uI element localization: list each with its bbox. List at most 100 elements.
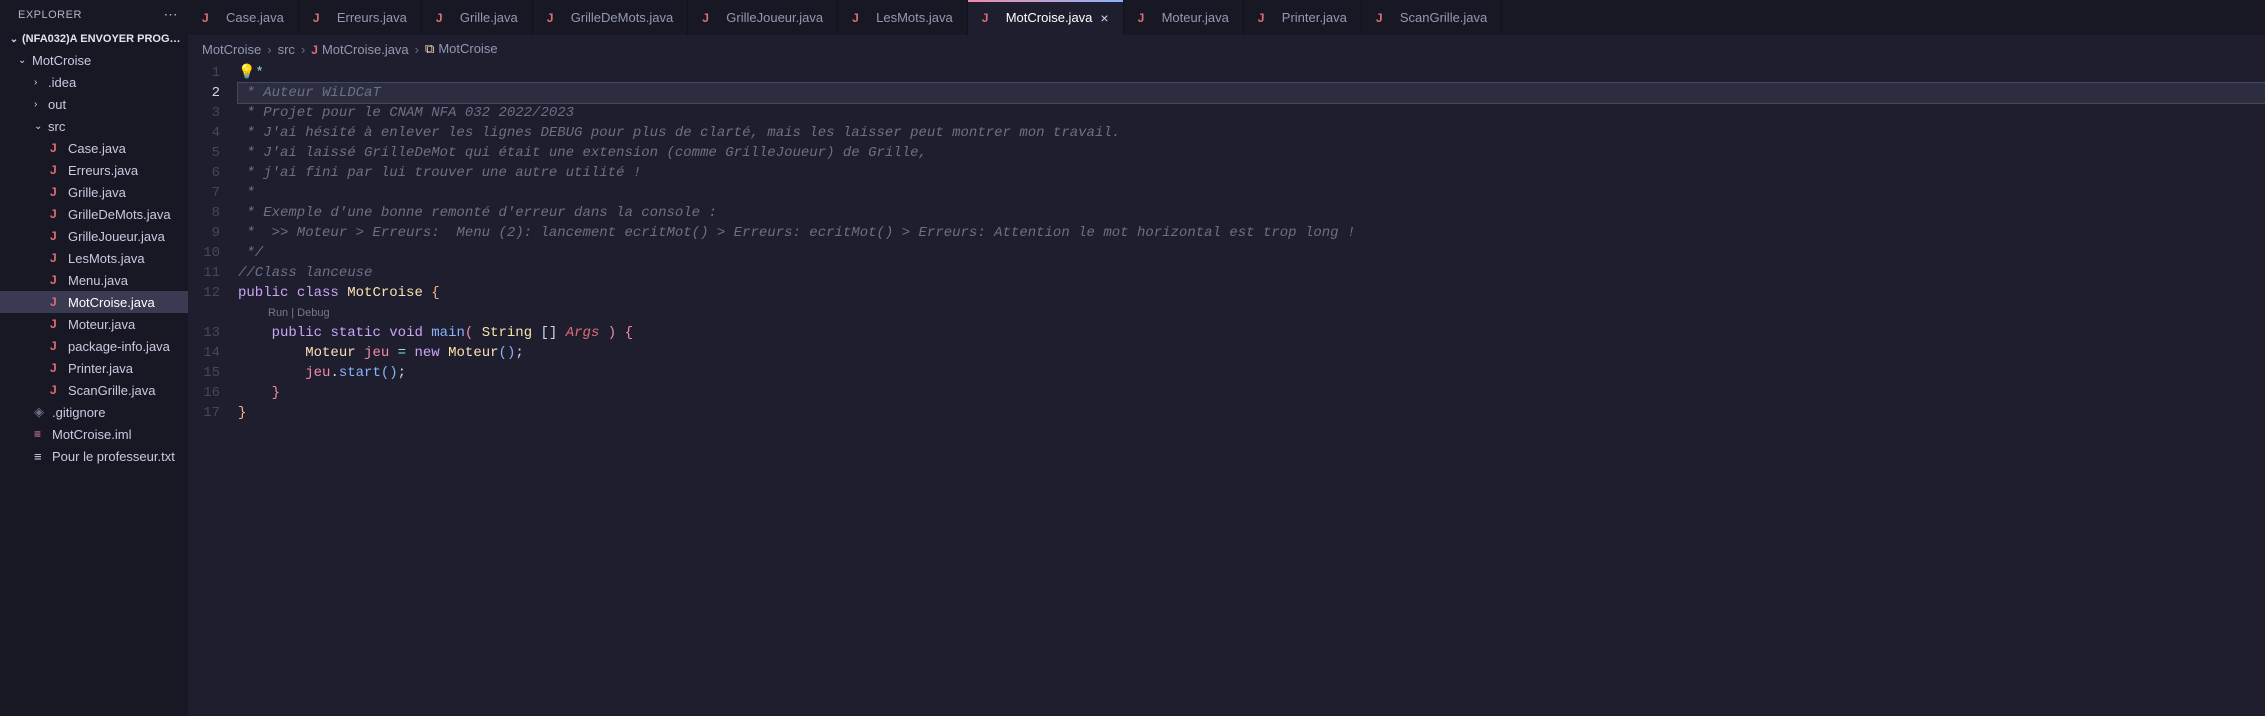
text-icon: ≡	[34, 449, 52, 464]
code-area[interactable]: 💡* * Auteur WiLDCaT * Projet pour le CNA…	[238, 63, 2265, 716]
explorer-header: EXPLORER ⋯	[0, 0, 188, 29]
tree-file[interactable]: JPrinter.java	[0, 357, 188, 379]
tab[interactable]: JGrilleDeMots.java	[533, 0, 689, 35]
explorer-title: EXPLORER	[18, 9, 82, 21]
tree-file-iml[interactable]: ≡ MotCroise.iml	[0, 423, 188, 445]
more-icon[interactable]: ⋯	[164, 6, 179, 23]
tab[interactable]: JScanGrille.java	[1362, 0, 1502, 35]
tree-file[interactable]: JGrille.java	[0, 181, 188, 203]
java-icon: J	[313, 11, 331, 25]
java-icon: J	[50, 207, 68, 221]
breadcrumb-item[interactable]: JMotCroise.java	[311, 42, 408, 57]
tree-file[interactable]: JErreurs.java	[0, 159, 188, 181]
tree-file[interactable]: Jpackage-info.java	[0, 335, 188, 357]
codelens[interactable]: Run | Debug	[238, 303, 2265, 323]
tree-file[interactable]: JMoteur.java	[0, 313, 188, 335]
tree-file[interactable]: JGrilleJoueur.java	[0, 225, 188, 247]
code-line[interactable]: Moteur jeu = new Moteur();	[238, 343, 2265, 363]
breadcrumb-item[interactable]: ⧉MotCroise	[425, 41, 498, 57]
code-line[interactable]: * J'ai laissé GrilleDeMot qui était une …	[238, 143, 2265, 163]
java-icon: J	[436, 11, 454, 25]
tab[interactable]: JGrille.java	[422, 0, 533, 35]
chevron-down-icon: ⌄	[18, 55, 32, 66]
breadcrumb-item[interactable]: src	[278, 42, 295, 57]
java-icon: J	[1258, 11, 1276, 25]
code-line[interactable]: }	[238, 403, 2265, 423]
java-icon: J	[50, 295, 68, 309]
project-folder[interactable]: ⌄ (NFA032)A ENVOYER PROG…	[0, 29, 188, 49]
tab-bar: JCase.javaJErreurs.javaJGrille.javaJGril…	[188, 0, 2265, 35]
tab[interactable]: JMoteur.java	[1124, 0, 1244, 35]
tree-file[interactable]: JGrilleDeMots.java	[0, 203, 188, 225]
java-icon: J	[1376, 11, 1394, 25]
code-line[interactable]: public static void main( String [] Args …	[238, 323, 2265, 343]
tree-folder-idea[interactable]: › .idea	[0, 71, 188, 93]
tree-file[interactable]: JCase.java	[0, 137, 188, 159]
tab[interactable]: JGrilleJoueur.java	[688, 0, 838, 35]
java-icon: J	[50, 361, 68, 375]
tab[interactable]: JMotCroise.java×	[968, 0, 1124, 35]
tab[interactable]: JErreurs.java	[299, 0, 422, 35]
java-icon: J	[50, 339, 68, 353]
code-line[interactable]: * >> Moteur > Erreurs: Menu (2): lanceme…	[238, 223, 2265, 243]
tree-file[interactable]: JScanGrille.java	[0, 379, 188, 401]
chevron-right-icon: ›	[415, 42, 419, 57]
xml-icon: ≡	[34, 427, 52, 441]
java-icon: J	[202, 11, 220, 25]
java-icon: J	[50, 251, 68, 265]
chevron-right-icon: ›	[301, 42, 305, 57]
chevron-down-icon: ⌄	[34, 121, 48, 132]
code-line[interactable]: * j'ai fini par lui trouver une autre ut…	[238, 163, 2265, 183]
code-line[interactable]: *	[238, 183, 2265, 203]
java-icon: J	[547, 11, 565, 25]
tab[interactable]: JLesMots.java	[838, 0, 968, 35]
class-icon: ⧉	[425, 41, 434, 56]
breadcrumb-item[interactable]: MotCroise	[202, 42, 261, 57]
tree-folder-src[interactable]: ⌄ src	[0, 115, 188, 137]
code-line[interactable]: * Exemple d'une bonne remonté d'erreur d…	[238, 203, 2265, 223]
java-icon: J	[50, 141, 68, 155]
code-line[interactable]: public class MotCroise {	[238, 283, 2265, 303]
java-icon: J	[311, 43, 318, 57]
tree-file[interactable]: JMotCroise.java	[0, 291, 188, 313]
tree-file[interactable]: JMenu.java	[0, 269, 188, 291]
java-icon: J	[702, 11, 720, 25]
breadcrumb[interactable]: MotCroise › src › JMotCroise.java › ⧉Mot…	[188, 35, 2265, 63]
tree-file-gitignore[interactable]: ◈ .gitignore	[0, 401, 188, 423]
editor[interactable]: 123456789101112 1314151617 💡* * Auteur W…	[188, 63, 2265, 716]
file-tree: ⌄ MotCroise › .idea › out ⌄ src JCase.ja…	[0, 49, 188, 716]
tree-file-txt[interactable]: ≡ Pour le professeur.txt	[0, 445, 188, 467]
java-icon: J	[50, 317, 68, 331]
java-icon: J	[852, 11, 870, 25]
java-icon: J	[50, 273, 68, 287]
tree-file[interactable]: JLesMots.java	[0, 247, 188, 269]
java-icon: J	[50, 229, 68, 243]
java-icon: J	[1138, 11, 1156, 25]
code-line[interactable]: */	[238, 243, 2265, 263]
tab[interactable]: JCase.java	[188, 0, 299, 35]
code-line[interactable]: }	[238, 383, 2265, 403]
java-icon: J	[50, 383, 68, 397]
code-line[interactable]: //Class lanceuse	[238, 263, 2265, 283]
explorer-sidebar: EXPLORER ⋯ ⌄ (NFA032)A ENVOYER PROG… ⌄ M…	[0, 0, 188, 716]
project-name: (NFA032)A ENVOYER PROG…	[22, 33, 181, 45]
close-icon[interactable]: ×	[1100, 10, 1108, 26]
chevron-right-icon: ›	[267, 42, 271, 57]
java-icon: J	[50, 185, 68, 199]
main-panel: JCase.javaJErreurs.javaJGrille.javaJGril…	[188, 0, 2265, 716]
chevron-down-icon: ⌄	[6, 34, 22, 45]
code-line[interactable]: * Auteur WiLDCaT	[238, 83, 2265, 103]
java-icon: J	[50, 163, 68, 177]
tree-folder-out[interactable]: › out	[0, 93, 188, 115]
lightbulb-icon[interactable]: 💡*	[238, 65, 264, 81]
code-line[interactable]: jeu.start();	[238, 363, 2265, 383]
java-icon: J	[982, 11, 1000, 25]
chevron-right-icon: ›	[34, 77, 48, 88]
tree-folder-root[interactable]: ⌄ MotCroise	[0, 49, 188, 71]
line-gutter: 123456789101112 1314151617	[188, 63, 238, 716]
tab[interactable]: JPrinter.java	[1244, 0, 1362, 35]
code-line[interactable]: * J'ai hésité à enlever les lignes DEBUG…	[238, 123, 2265, 143]
code-line[interactable]: * Projet pour le CNAM NFA 032 2022/2023	[238, 103, 2265, 123]
chevron-right-icon: ›	[34, 99, 48, 110]
code-line[interactable]: 💡*	[238, 63, 2265, 83]
